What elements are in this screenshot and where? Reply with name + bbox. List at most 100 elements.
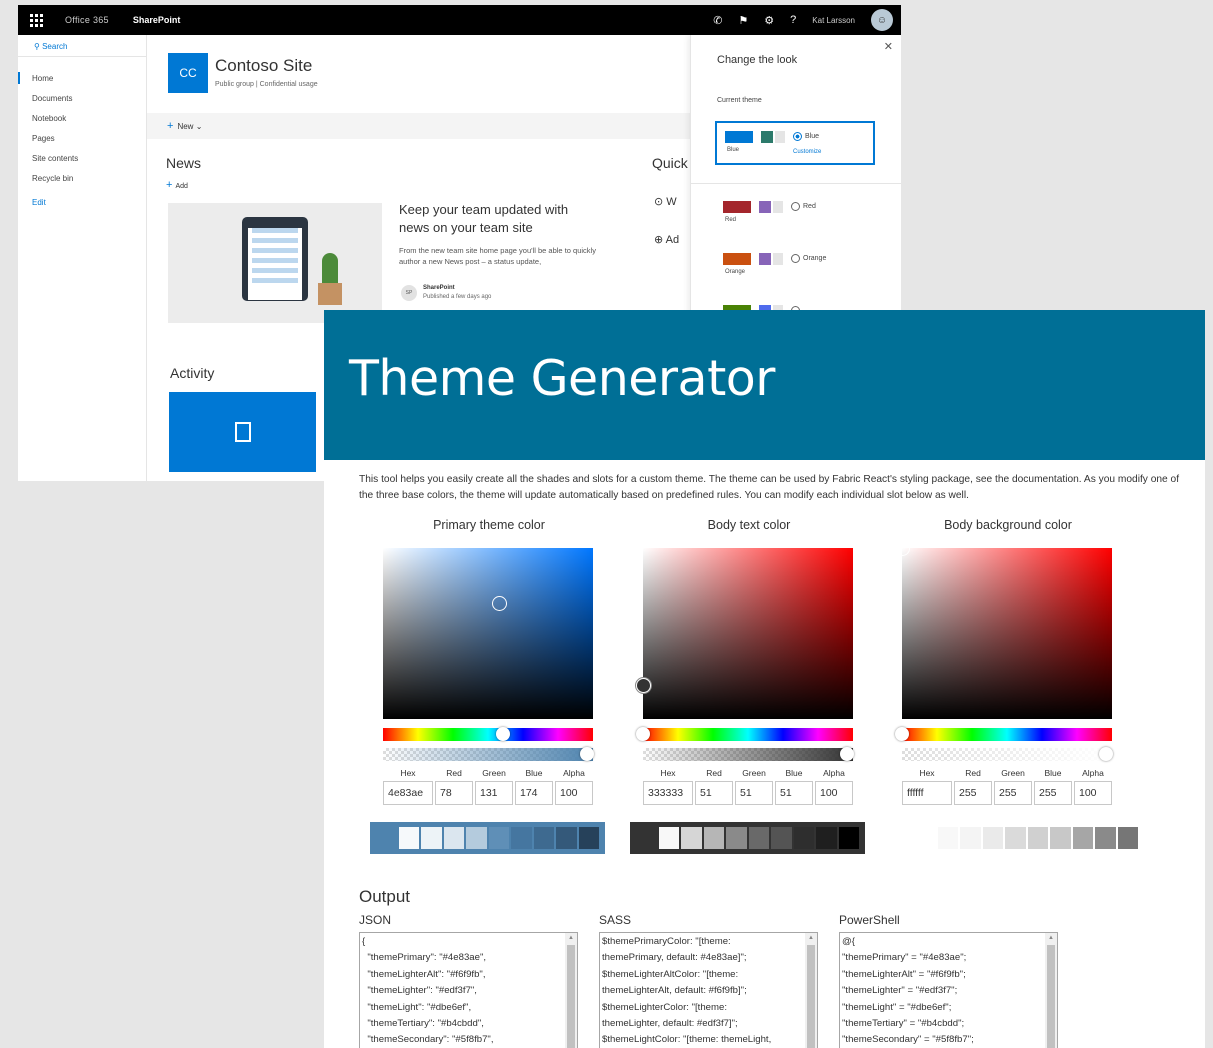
theme-option[interactable]: Red Red <box>715 193 875 237</box>
green-input[interactable] <box>475 781 513 805</box>
nav-edit-link[interactable]: Edit <box>18 189 146 213</box>
scrollbar[interactable]: ▲ <box>805 933 817 1048</box>
customize-link[interactable]: Customize <box>793 149 821 155</box>
theme-radio[interactable]: Red <box>791 202 816 211</box>
red-input[interactable] <box>954 781 992 805</box>
search-box[interactable]: ⚲ Search <box>18 35 146 57</box>
json-textarea[interactable]: { "themePrimary": "#4e83ae", "themeLight… <box>359 932 578 1048</box>
shade-swatch[interactable] <box>771 827 792 849</box>
powershell-textarea[interactable]: @{ "themePrimary" = "#4e83ae"; "themeLig… <box>839 932 1058 1048</box>
shade-swatch[interactable] <box>511 827 532 849</box>
shade-swatch[interactable] <box>1005 827 1026 849</box>
user-name[interactable]: Kat Larsson <box>812 16 855 25</box>
blue-input[interactable] <box>1034 781 1072 805</box>
theme-option[interactable]: Orange Orange <box>715 245 875 289</box>
shade-swatch[interactable] <box>1027 827 1048 849</box>
hex-input[interactable] <box>643 781 693 805</box>
shade-swatch[interactable] <box>1050 827 1071 849</box>
sharepoint-link[interactable]: SharePoint <box>133 15 181 25</box>
nav-item[interactable]: Pages <box>18 129 146 149</box>
close-icon[interactable]: ✕ <box>884 40 893 53</box>
shade-swatch[interactable] <box>816 827 837 849</box>
nav-item[interactable]: Recycle bin <box>18 169 146 189</box>
alpha-slider[interactable] <box>902 747 1113 761</box>
hue-slider[interactable] <box>895 727 1112 741</box>
hue-slider-thumb[interactable] <box>636 727 650 741</box>
hex-input[interactable] <box>383 781 433 805</box>
shade-swatch[interactable] <box>578 827 599 849</box>
shade-swatch[interactable] <box>960 827 981 849</box>
quick-link-1[interactable]: ⊙ W <box>654 195 677 208</box>
color-thumb[interactable] <box>636 677 651 693</box>
hue-slider-thumb[interactable] <box>895 727 909 741</box>
shade-swatch[interactable] <box>838 827 859 849</box>
alpha-slider-thumb[interactable] <box>1098 747 1113 761</box>
shade-swatch[interactable] <box>1095 827 1116 849</box>
alpha-slider[interactable] <box>383 747 594 761</box>
add-news-button[interactable]: + Add <box>166 179 188 191</box>
notifications-icon[interactable]: ⚑ <box>738 14 748 27</box>
shade-swatch[interactable] <box>421 827 442 849</box>
hue-slider-thumb[interactable] <box>495 727 510 741</box>
shade-swatch[interactable] <box>466 827 487 849</box>
theme-option[interactable]: Blue Blue Customize <box>715 121 875 165</box>
blue-input[interactable] <box>515 781 553 805</box>
shade-swatch[interactable] <box>793 827 814 849</box>
news-title[interactable]: Keep your team updated with news on your… <box>399 201 599 237</box>
alpha-input[interactable] <box>555 781 593 805</box>
color-thumb[interactable] <box>895 541 910 556</box>
scroll-up-icon[interactable]: ▲ <box>1048 935 1054 941</box>
red-input[interactable] <box>695 781 733 805</box>
alpha-slider-thumb[interactable] <box>579 747 594 761</box>
nav-item[interactable]: Documents <box>18 89 146 109</box>
scroll-up-icon[interactable]: ▲ <box>568 935 574 941</box>
hex-input[interactable] <box>902 781 952 805</box>
hue-slider[interactable] <box>636 727 853 741</box>
scroll-up-icon[interactable]: ▲ <box>808 935 814 941</box>
scrollbar[interactable]: ▲ <box>565 933 577 1048</box>
alpha-slider[interactable] <box>643 747 854 761</box>
red-input[interactable] <box>435 781 473 805</box>
shade-swatch[interactable] <box>443 827 464 849</box>
quick-link-2[interactable]: ⊕ Ad <box>654 233 679 246</box>
blue-input[interactable] <box>775 781 813 805</box>
alpha-input[interactable] <box>815 781 853 805</box>
nav-item[interactable]: Home <box>18 69 146 89</box>
saturation-value-area[interactable] <box>636 548 853 719</box>
theme-radio[interactable]: Blue <box>793 132 819 141</box>
alpha-input[interactable] <box>1074 781 1112 805</box>
green-input[interactable] <box>735 781 773 805</box>
shade-swatch[interactable] <box>726 827 747 849</box>
avatar[interactable]: ☺ <box>871 9 893 31</box>
skype-icon[interactable]: ✆ <box>713 14 722 27</box>
shade-swatch[interactable] <box>703 827 724 849</box>
nav-item[interactable]: Site contents <box>18 149 146 169</box>
shade-swatch[interactable] <box>398 827 419 849</box>
new-menu-button[interactable]: + New ⌄ <box>167 120 202 132</box>
hue-slider[interactable] <box>383 727 593 741</box>
alpha-slider-thumb[interactable] <box>839 747 854 761</box>
gear-icon[interactable]: ⚙ <box>764 14 774 27</box>
shade-swatch[interactable] <box>748 827 769 849</box>
scrollbar[interactable]: ▲ <box>1045 933 1057 1048</box>
color-thumb[interactable] <box>491 595 507 611</box>
activity-tile[interactable] <box>169 392 316 472</box>
sass-textarea[interactable]: $themePrimaryColor: "[theme: themePrimar… <box>599 932 818 1048</box>
news-image[interactable] <box>168 203 382 323</box>
shade-swatch[interactable] <box>658 827 679 849</box>
help-icon[interactable]: ? <box>790 14 796 26</box>
shade-swatch[interactable] <box>1117 827 1138 849</box>
office365-link[interactable]: Office 365 <box>65 15 109 25</box>
nav-item[interactable]: Notebook <box>18 109 146 129</box>
shade-swatch[interactable] <box>533 827 554 849</box>
saturation-value-area[interactable] <box>383 548 593 719</box>
saturation-value-area[interactable] <box>895 541 1112 719</box>
theme-radio[interactable]: Orange <box>791 254 826 263</box>
green-input[interactable] <box>994 781 1032 805</box>
site-logo[interactable]: CC <box>168 53 208 93</box>
shade-swatch[interactable] <box>488 827 509 849</box>
shade-swatch[interactable] <box>681 827 702 849</box>
shade-swatch[interactable] <box>982 827 1003 849</box>
shade-swatch[interactable] <box>937 827 958 849</box>
shade-swatch[interactable] <box>1072 827 1093 849</box>
